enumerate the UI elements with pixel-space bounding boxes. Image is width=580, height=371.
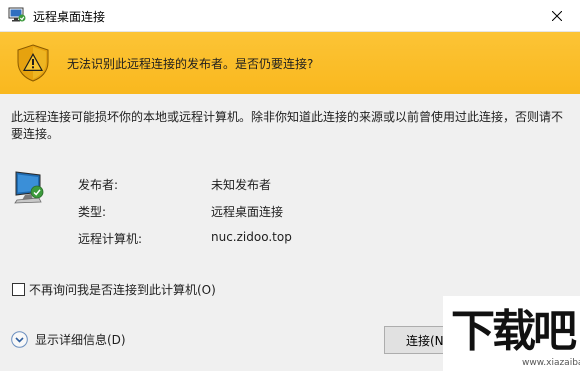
type-value: 远程桌面连接 bbox=[211, 205, 284, 219]
close-button[interactable] bbox=[534, 0, 580, 31]
dont-ask-again-label[interactable]: 不再询问我是否连接到此计算机(O) bbox=[29, 281, 216, 298]
warning-description: 此远程连接可能损坏你的本地或远程计算机。除非你知道此连接的来源或以前曾使用过此连… bbox=[11, 110, 564, 141]
remote-computer-value: nuc.zidoo.top bbox=[211, 230, 292, 244]
title-bar: 远程桌面连接 bbox=[0, 0, 580, 32]
watermark-brand: 下载吧 bbox=[451, 306, 577, 357]
dont-ask-again-option[interactable]: 不再询问我是否连接到此计算机(O) bbox=[12, 281, 216, 298]
expand-chevron-icon[interactable] bbox=[11, 331, 28, 348]
publisher-label: 发布者: bbox=[78, 178, 119, 192]
warning-shield-icon bbox=[16, 44, 50, 82]
remote-desktop-icon bbox=[8, 7, 26, 23]
remote-computer-label: 远程计算机: bbox=[78, 232, 143, 246]
remote-computer-icon bbox=[13, 170, 45, 204]
close-icon bbox=[552, 10, 562, 21]
watermark-url: www.xiazaiba.com bbox=[522, 358, 580, 368]
warning-message: 无法识别此远程连接的发布者。是否仍要连接? bbox=[67, 57, 314, 71]
publisher-value: 未知发布者 bbox=[211, 178, 272, 192]
type-label: 类型: bbox=[78, 205, 107, 219]
watermark-logo: 下载吧 www.xiazaiba.com bbox=[443, 296, 580, 371]
show-details-toggle[interactable]: 显示详细信息(D) bbox=[11, 331, 126, 348]
dont-ask-again-checkbox[interactable] bbox=[12, 283, 25, 296]
show-details-label[interactable]: 显示详细信息(D) bbox=[35, 331, 126, 348]
warning-banner: 无法识别此远程连接的发布者。是否仍要连接? bbox=[0, 32, 580, 94]
window-title: 远程桌面连接 bbox=[33, 10, 106, 24]
